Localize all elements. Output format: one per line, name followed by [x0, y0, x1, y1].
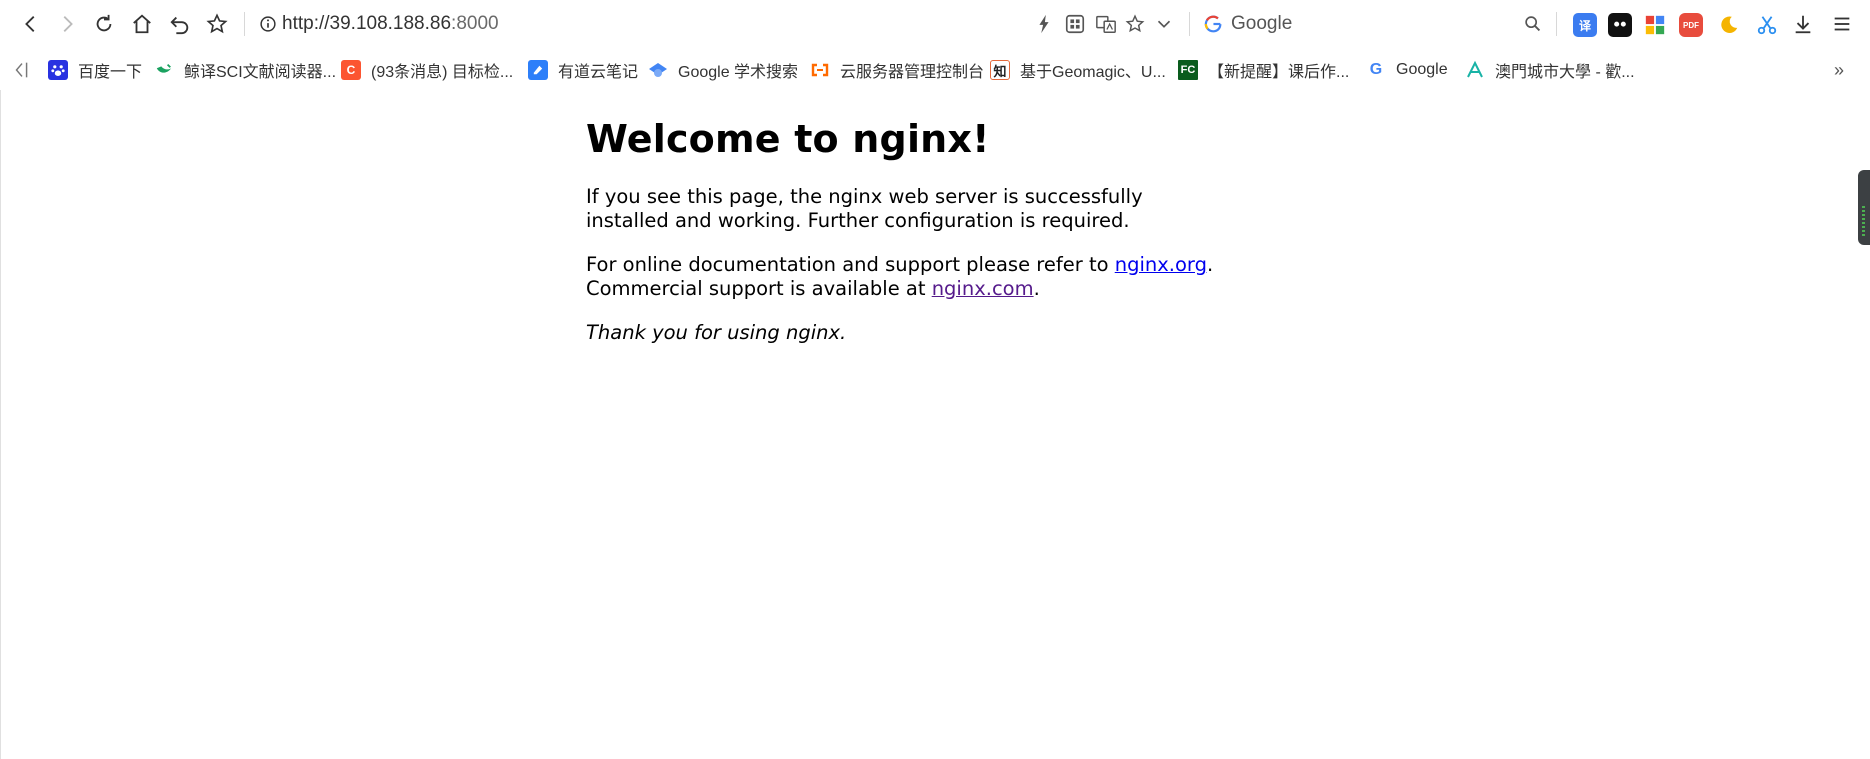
fc-icon: FC — [1178, 60, 1198, 80]
bookmark-aliyun-console[interactable]: 云服务器管理控制台 — [810, 59, 984, 81]
pdf-ext-icon[interactable]: PDF — [1679, 13, 1703, 37]
grid-ext-icon[interactable] — [1643, 13, 1667, 37]
thanks-text: Thank you for using nginx. — [586, 321, 847, 344]
google-icon — [1201, 12, 1225, 36]
url-port: :8000 — [451, 13, 499, 34]
collapse-sidebar-icon[interactable] — [10, 58, 34, 82]
favorite-star-icon[interactable] — [1123, 12, 1147, 36]
bookmark-csdn[interactable]: C (93条消息) 目标检... — [341, 59, 513, 81]
zhihu-icon: 知 — [990, 60, 1010, 80]
bookmark-label: 澳門城市大學 - 歡... — [1495, 64, 1635, 81]
bookmark-baidu[interactable]: 百度一下 — [48, 59, 142, 81]
bookmark-cityu[interactable]: 澳門城市大學 - 歡... — [1465, 59, 1635, 81]
menu-icon[interactable] — [1830, 12, 1854, 36]
toolbar-divider — [244, 12, 245, 36]
reload-icon[interactable] — [92, 12, 116, 36]
nginx-welcome-page: Welcome to nginx! If you see this page, … — [586, 112, 1226, 365]
forward-icon[interactable] — [55, 12, 79, 36]
youdao-note-icon — [528, 60, 548, 80]
translate-page-icon[interactable] — [1094, 12, 1118, 36]
site-info-icon[interactable] — [256, 12, 280, 36]
back-icon[interactable] — [19, 12, 43, 36]
bookmark-label: 有道云笔记 — [558, 64, 639, 81]
side-widget-handle[interactable] — [1858, 170, 1870, 245]
bookmark-label: 基于Geomagic、U... — [1020, 64, 1166, 81]
bookmark-label: 【新提醒】课后作... — [1208, 64, 1350, 81]
toolbar-divider — [1556, 12, 1557, 36]
support-text: For online documentation and support ple… — [586, 253, 1115, 276]
home-icon[interactable] — [130, 12, 154, 36]
nginx-org-link[interactable]: nginx.org — [1115, 253, 1207, 276]
bookmark-whale-sci[interactable]: 鲸译SCI文献阅读器... — [154, 59, 336, 81]
url-host: http://39.108.188.86 — [282, 13, 452, 34]
chevron-down-icon[interactable] — [1152, 12, 1176, 36]
browser-toolbar: http://39.108.188.86:8000 Google 译 PDF — [0, 0, 1870, 48]
search-icon[interactable] — [1521, 12, 1545, 36]
bookmark-label: Google 学术搜索 — [678, 64, 799, 81]
qr-code-icon[interactable] — [1063, 12, 1087, 36]
thanks-paragraph: Thank you for using nginx. — [586, 321, 1226, 345]
commercial-text: Commercial support is available at — [586, 277, 932, 300]
aliyun-icon — [810, 60, 830, 80]
bookmark-label: 鲸译SCI文献阅读器... — [184, 64, 337, 81]
bookmark-star-icon[interactable] — [205, 12, 229, 36]
punctuation: . — [1206, 253, 1214, 276]
lightning-icon[interactable] — [1032, 12, 1056, 36]
cityu-icon — [1465, 60, 1485, 80]
bookmark-label: 云服务器管理控制台 — [840, 64, 985, 81]
moon-ext-icon[interactable] — [1717, 13, 1741, 37]
search-box[interactable]: Google — [1231, 13, 1292, 35]
bookmark-label: Google — [1396, 61, 1448, 78]
address-bar[interactable]: http://39.108.188.86:8000 — [282, 13, 499, 35]
support-paragraph: For online documentation and support ple… — [586, 253, 1226, 301]
toolbar-divider — [1189, 12, 1190, 36]
bookmarks-bar: 百度一下 鲸译SCI文献阅读器... C (93条消息) 目标检... 有道云笔… — [0, 52, 1870, 88]
page-title: Welcome to nginx! — [586, 117, 990, 161]
widget-level-bars — [1862, 206, 1865, 236]
bookmark-google[interactable]: G Google — [1366, 59, 1448, 81]
scholar-icon — [648, 60, 668, 80]
undo-close-tab-icon[interactable] — [168, 12, 192, 36]
intro-paragraph: If you see this page, the nginx web serv… — [586, 185, 1143, 232]
baidu-paw-icon — [48, 60, 68, 80]
punctuation: . — [1033, 277, 1040, 300]
bookmark-fc[interactable]: FC 【新提醒】课后作... — [1178, 59, 1349, 81]
bookmark-zhihu[interactable]: 知 基于Geomagic、U... — [990, 59, 1166, 81]
scissors-ext-icon[interactable] — [1755, 13, 1779, 37]
ghost-ext-icon[interactable] — [1608, 13, 1632, 37]
bookmark-google-scholar[interactable]: Google 学术搜索 — [648, 59, 798, 81]
csdn-icon: C — [341, 60, 361, 80]
bookmark-label: (93条消息) 目标检... — [371, 64, 514, 81]
more-bookmarks-button[interactable]: » — [1834, 59, 1844, 81]
download-icon[interactable] — [1791, 12, 1815, 36]
bookmark-youdao-note[interactable]: 有道云笔记 — [528, 59, 638, 81]
bookmark-label: 百度一下 — [78, 64, 143, 81]
page-left-border — [0, 90, 1, 759]
translate-ext-icon[interactable]: 译 — [1573, 13, 1597, 37]
nginx-com-link[interactable]: nginx.com — [932, 277, 1034, 300]
google-icon: G — [1366, 60, 1386, 80]
whale-icon — [154, 60, 174, 80]
